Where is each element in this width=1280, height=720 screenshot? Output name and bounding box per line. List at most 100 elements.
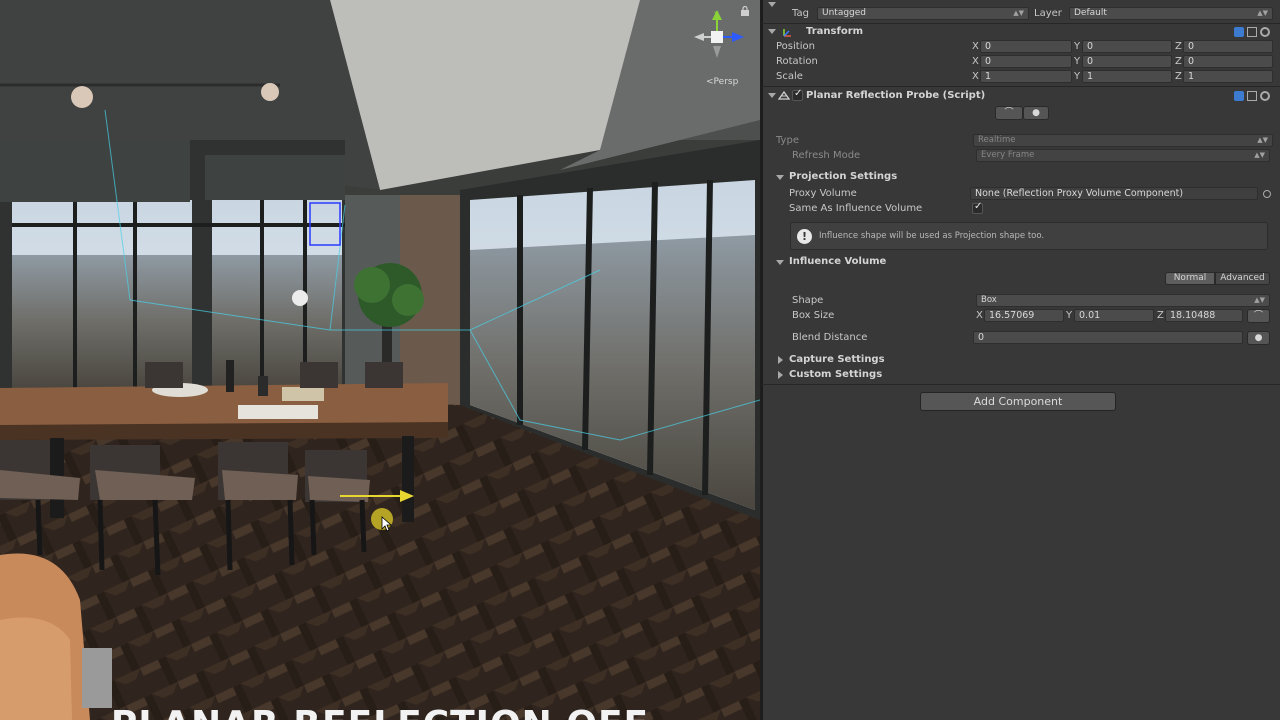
transform-title: Transform	[806, 26, 864, 37]
dropdown-arrow-icon: ▲▼	[1013, 9, 1024, 17]
blend-distance-field[interactable]: 0	[973, 331, 1243, 344]
dropdown-arrow-icon: ▲▼	[1257, 9, 1268, 17]
axis-x-label: X	[976, 310, 983, 321]
object-picker-icon[interactable]	[1263, 190, 1271, 198]
refresh-mode-label: Refresh Mode	[792, 150, 861, 161]
axis-y-label: Y	[1066, 310, 1073, 321]
fold-icon	[778, 371, 783, 379]
planar-probe-title: Planar Reflection Probe (Script)	[806, 90, 986, 101]
mouse-cursor-icon	[381, 516, 393, 532]
same-as-influence-checkbox[interactable]	[972, 201, 983, 214]
capture-settings-title: Capture Settings	[789, 354, 885, 365]
rotation-y-field[interactable]: 0	[1082, 55, 1172, 68]
position-x-field[interactable]: 0	[980, 40, 1072, 53]
tag-label: Tag	[792, 8, 809, 19]
info-icon: !	[797, 229, 812, 244]
projection-settings-title: Projection Settings	[789, 171, 898, 182]
script-icon	[778, 90, 790, 100]
axis-x-label: X	[972, 71, 979, 82]
video-caption: PLANAR REFLECTION OFF	[0, 704, 760, 720]
same-as-influence-label: Same As Influence Volume	[789, 203, 923, 214]
refresh-mode-dropdown: Every Frame ▲▼	[976, 149, 1270, 162]
scale-x-field[interactable]: 1	[980, 70, 1072, 83]
fold-icon	[778, 356, 783, 364]
axis-z-label: Z	[1157, 310, 1164, 321]
info-box: ! Influence shape will be used as Projec…	[790, 222, 1268, 250]
position-y-field[interactable]: 0	[1082, 40, 1172, 53]
divider	[762, 384, 1280, 385]
component-enabled-checkbox[interactable]	[792, 88, 803, 101]
collapse-icon[interactable]	[768, 2, 776, 7]
fold-icon	[776, 260, 784, 265]
box-size-label: Box Size	[792, 310, 835, 321]
type-dropdown: Realtime ▲▼	[973, 134, 1273, 147]
add-component-button[interactable]: Add Component	[920, 392, 1116, 411]
edit-box-button[interactable]: ⌒	[1247, 309, 1270, 323]
rotation-x-field[interactable]: 0	[980, 55, 1072, 68]
projection-settings-header[interactable]: Projection Settings	[762, 169, 1280, 185]
divider	[762, 86, 1280, 87]
box-size-z-field[interactable]: 18.10488	[1165, 309, 1243, 322]
dropdown-arrow-icon: ▲▼	[1254, 296, 1265, 304]
position-z-field[interactable]: 0	[1183, 40, 1273, 53]
axis-x-label: X	[972, 56, 979, 67]
mode-normal-button[interactable]: Normal	[1165, 272, 1215, 285]
proxy-volume-label: Proxy Volume	[789, 188, 857, 199]
scene-view[interactable]: y <Persp PLANAR REFLECTION OFF	[0, 0, 760, 720]
settings-gear-icon[interactable]	[1260, 27, 1270, 37]
dropdown-arrow-icon: ▲▼	[1257, 136, 1268, 144]
type-label: Type	[776, 135, 799, 146]
gizmo-y-label: y	[714, 9, 719, 18]
axis-y-label: Y	[1074, 71, 1081, 82]
lock-icon[interactable]	[740, 6, 750, 16]
edit-blend-button[interactable]: ●	[1247, 331, 1270, 345]
preset-icon[interactable]	[1247, 91, 1257, 101]
info-text: Influence shape will be used as Projecti…	[819, 231, 1045, 241]
edit-center-button[interactable]: ●	[1023, 106, 1049, 120]
box-size-x-field[interactable]: 16.57069	[984, 309, 1064, 322]
transform-header[interactable]: Transform	[762, 24, 1280, 40]
settings-gear-icon[interactable]	[1260, 91, 1270, 101]
axis-z-label: Z	[1175, 41, 1182, 52]
axis-y-label: Y	[1074, 41, 1081, 52]
axis-y-label: Y	[1074, 56, 1081, 67]
probe-header-icons	[1231, 91, 1270, 104]
fold-icon	[768, 93, 776, 98]
preset-icon[interactable]	[1247, 27, 1257, 37]
transform-header-icons	[1231, 27, 1270, 40]
layer-label: Layer	[1034, 8, 1062, 19]
tag-dropdown[interactable]: Untagged ▲▼	[817, 7, 1029, 20]
custom-settings-title: Custom Settings	[789, 369, 883, 380]
edit-influence-button[interactable]: ⌒	[995, 106, 1023, 120]
influence-volume-header[interactable]: Influence Volume	[762, 254, 1280, 270]
rotation-z-field[interactable]: 0	[1183, 55, 1273, 68]
help-icon[interactable]	[1234, 91, 1244, 101]
proxy-volume-field[interactable]: None (Reflection Proxy Volume Component)	[970, 187, 1258, 200]
scale-label: Scale	[776, 71, 803, 82]
blend-distance-label: Blend Distance	[792, 332, 868, 343]
fold-icon	[768, 29, 776, 34]
scene-render	[0, 0, 760, 720]
orientation-gizmo[interactable]: y	[686, 6, 748, 68]
layer-dropdown[interactable]: Default ▲▼	[1069, 7, 1273, 20]
custom-settings-header[interactable]: Custom Settings	[762, 367, 1280, 383]
fold-icon	[776, 175, 784, 180]
dropdown-arrow-icon: ▲▼	[1254, 151, 1265, 159]
axis-x-label: X	[972, 41, 979, 52]
axis-z-label: Z	[1175, 56, 1182, 67]
position-label: Position	[776, 41, 815, 52]
capture-settings-header[interactable]: Capture Settings	[762, 352, 1280, 368]
rotation-label: Rotation	[776, 56, 818, 67]
influence-volume-title: Influence Volume	[789, 256, 887, 267]
axis-z-label: Z	[1175, 71, 1182, 82]
shape-label: Shape	[792, 295, 824, 306]
box-size-y-field[interactable]: 0.01	[1074, 309, 1154, 322]
help-icon[interactable]	[1234, 27, 1244, 37]
transform-icon	[783, 29, 791, 37]
mode-advanced-button[interactable]: Advanced	[1215, 272, 1270, 285]
shape-dropdown[interactable]: Box ▲▼	[976, 294, 1270, 307]
scale-y-field[interactable]: 1	[1082, 70, 1172, 83]
planar-probe-header[interactable]: Planar Reflection Probe (Script)	[762, 88, 1280, 104]
view-mode-label[interactable]: <Persp	[706, 77, 738, 87]
scale-z-field[interactable]: 1	[1183, 70, 1273, 83]
